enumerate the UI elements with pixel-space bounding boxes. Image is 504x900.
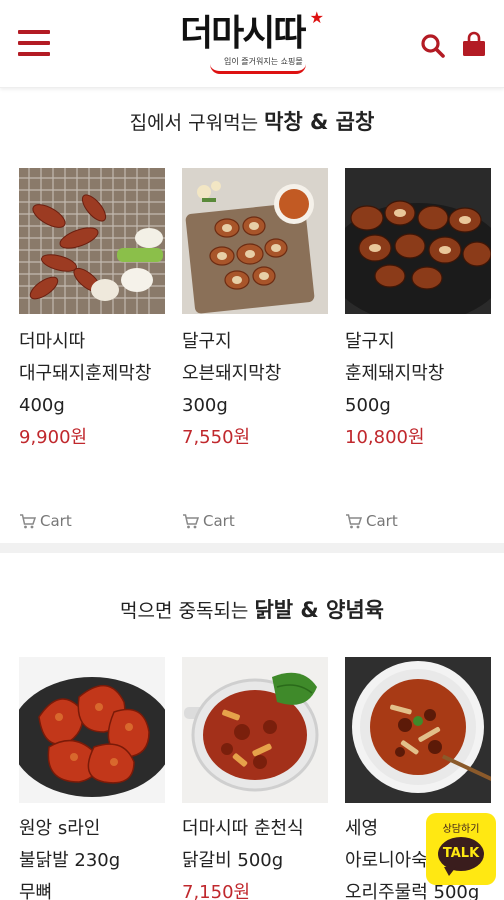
add-to-cart-button[interactable]: Cart [19,512,72,530]
kakao-talk-icon: TALK [438,837,484,871]
section-title-chicken-feet: 먹으면 중독되는 닭발 & 양념육 [0,594,504,624]
product-image-duck-bulgogi[interactable] [345,657,491,803]
kakao-talk-button[interactable]: 상담하기 TALK [426,813,496,885]
product-weight: 400g [19,395,65,416]
product-card[interactable]: 달구지 오븐돼지막창 300g 7,550원 [182,168,330,454]
product-weight: 500g [345,395,391,416]
brand-logo[interactable]: 더마시따 ★ 입이 즐거워지는 쇼핑몰 [180,8,330,74]
cart-icon [183,513,199,528]
product-card[interactable]: 원앙 s라인 불닭발 230g 무뼈 [19,657,167,900]
cart-label: Cart [40,512,72,530]
product-name[interactable]: 대구돼지훈제막창 [19,358,167,390]
kakao-consult-label: 상담하기 [442,824,480,835]
section-title-makchang: 집에서 구워먹는 막창 & 곱창 [0,106,504,136]
search-icon[interactable] [420,33,446,59]
logo-swoosh [210,64,306,74]
product-price: 9,900원 [19,427,88,448]
product-card[interactable]: 더마시따 춘천식 닭갈비 500g 7,150원 [182,657,330,900]
kakao-bubble-tail [444,867,456,876]
logo-wordmark: 더마시따 [180,13,306,54]
cart-icon [20,513,36,528]
cart-label: Cart [203,512,235,530]
product-name-line3: 무뼈 [19,882,53,900]
menu-icon[interactable] [18,30,50,56]
product-name-line2[interactable]: 닭갈비 500g [182,845,330,877]
add-to-cart-button[interactable]: Cart [345,512,398,530]
cart-icon [346,513,362,528]
product-image-dakgalbi[interactable] [182,657,328,803]
product-brand: 달구지 [345,331,395,352]
product-image-grilled-makchang[interactable] [19,168,165,314]
product-brand: 달구지 [182,331,232,352]
product-image-oven-makchang[interactable] [182,168,328,314]
cart-label: Cart [366,512,398,530]
product-name-line1: 더마시따 춘천식 [182,818,304,839]
app-header: 더마시따 ★ 입이 즐거워지는 쇼핑몰 [0,0,504,88]
product-name-line1: 원앙 s라인 [19,818,101,839]
product-image-chicken-feet[interactable] [19,657,165,803]
shopping-bag-icon[interactable] [460,30,488,58]
product-brand: 더마시따 [19,331,86,352]
product-image-smoked-makchang[interactable] [345,168,491,314]
product-name[interactable]: 훈제돼지막창 [345,358,493,390]
product-price: 10,800원 [345,427,425,448]
product-card[interactable]: 달구지 훈제돼지막창 500g 10,800원 [345,168,493,454]
section-title-bold: 닭발 & 양념육 [254,598,384,622]
product-weight: 300g [182,395,228,416]
product-price: 7,550원 [182,427,251,448]
section-divider [0,543,504,553]
product-card[interactable]: 더마시따 대구돼지훈제막창 400g 9,900원 [19,168,167,454]
add-to-cart-button[interactable]: Cart [182,512,235,530]
product-price: 7,150원 [182,882,251,900]
product-name-line2[interactable]: 불닭발 230g [19,845,167,877]
logo-star-icon: ★ [309,8,324,27]
section-title-prefix: 집에서 구워먹는 [129,112,265,134]
section-title-bold: 막창 & 곱창 [264,110,375,134]
section-title-prefix: 먹으면 중독되는 [120,600,255,622]
product-name[interactable]: 오븐돼지막창 [182,358,330,390]
